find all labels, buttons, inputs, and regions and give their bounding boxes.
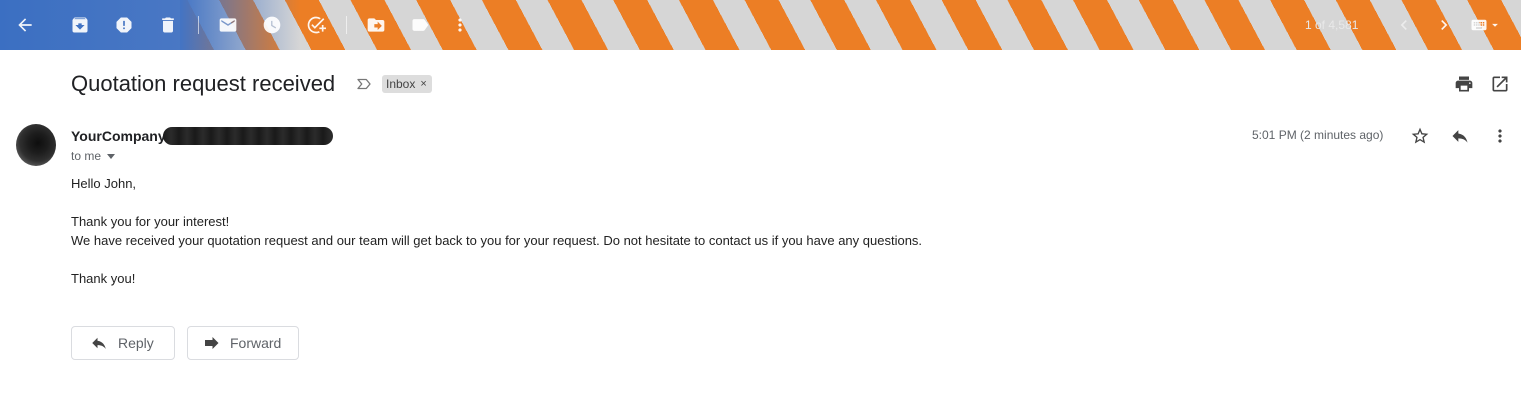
recipient-text: to me xyxy=(71,149,102,163)
importance-marker[interactable] xyxy=(355,75,373,93)
back-button[interactable] xyxy=(9,9,41,41)
body-line-1: Thank you for your interest! xyxy=(71,214,230,229)
sender-avatar[interactable] xyxy=(16,124,56,166)
move-to-button[interactable] xyxy=(360,9,392,41)
toolbar-divider xyxy=(346,16,347,34)
body-closing: Thank you! xyxy=(71,271,136,286)
forward-icon xyxy=(205,337,219,349)
reply-icon xyxy=(1452,130,1468,143)
toolbar: 1 of 4,581 xyxy=(0,0,1521,50)
move-to-folder-icon xyxy=(367,18,385,32)
pagination-text: 1 of 4,581 xyxy=(1305,18,1359,32)
inbox-label-chip: Inbox × xyxy=(382,75,432,93)
print-all-button[interactable] xyxy=(1454,74,1474,94)
chevron-down-icon xyxy=(1492,23,1498,27)
more-vert-icon xyxy=(458,18,462,32)
body-line-2: We have received your quotation request … xyxy=(71,233,923,248)
mark-unread-icon xyxy=(219,18,237,32)
more-vert-icon xyxy=(1498,129,1502,143)
reply-label: Reply xyxy=(118,335,154,351)
chevron-left-icon xyxy=(1400,20,1407,30)
keyboard-icon xyxy=(1471,19,1487,31)
chevron-down-icon xyxy=(107,153,116,159)
star-outline-icon xyxy=(1411,127,1429,144)
forward-label: Forward xyxy=(230,335,282,351)
reply-icon-button[interactable] xyxy=(1450,126,1470,146)
toolbar-divider xyxy=(198,16,199,34)
add-task-icon xyxy=(307,16,326,34)
older-button[interactable] xyxy=(1428,9,1460,41)
more-message-options-button[interactable] xyxy=(1490,126,1510,146)
open-new-window-button[interactable] xyxy=(1490,74,1510,94)
arrow-back-icon xyxy=(18,18,32,32)
open-in-new-icon xyxy=(1492,76,1508,92)
archive-button[interactable] xyxy=(64,9,96,41)
remove-label-button[interactable]: × xyxy=(420,78,426,90)
labels-button[interactable] xyxy=(404,9,436,41)
trash-icon xyxy=(162,17,174,33)
newer-button[interactable] xyxy=(1388,9,1420,41)
reply-button[interactable]: Reply xyxy=(71,326,175,360)
recipient-details[interactable]: to me xyxy=(71,149,116,163)
importance-icon xyxy=(357,78,371,90)
delete-button[interactable] xyxy=(152,9,184,41)
label-text: Inbox xyxy=(386,77,416,91)
input-tools-button[interactable] xyxy=(1466,9,1506,41)
email-subject: Quotation request received xyxy=(71,71,336,96)
sender-name[interactable]: YourCompany xyxy=(71,128,166,144)
add-to-tasks-button[interactable] xyxy=(300,9,332,41)
report-spam-icon xyxy=(116,17,132,33)
redacted-sender-email xyxy=(163,127,333,145)
message-timestamp: 5:01 PM (2 minutes ago) xyxy=(1252,128,1384,142)
print-icon xyxy=(1455,76,1473,92)
chevron-right-icon xyxy=(1441,20,1448,30)
report-spam-button[interactable] xyxy=(108,9,140,41)
reply-icon xyxy=(92,337,106,349)
snooze-button[interactable] xyxy=(256,9,288,41)
clock-icon xyxy=(263,16,281,34)
body-greeting: Hello John, xyxy=(71,176,137,191)
archive-icon xyxy=(72,17,88,33)
label-icon xyxy=(412,19,429,31)
forward-button[interactable]: Forward xyxy=(187,326,299,360)
mark-unread-button[interactable] xyxy=(212,9,244,41)
more-toolbar-button[interactable] xyxy=(444,9,476,41)
star-button[interactable] xyxy=(1410,126,1430,146)
